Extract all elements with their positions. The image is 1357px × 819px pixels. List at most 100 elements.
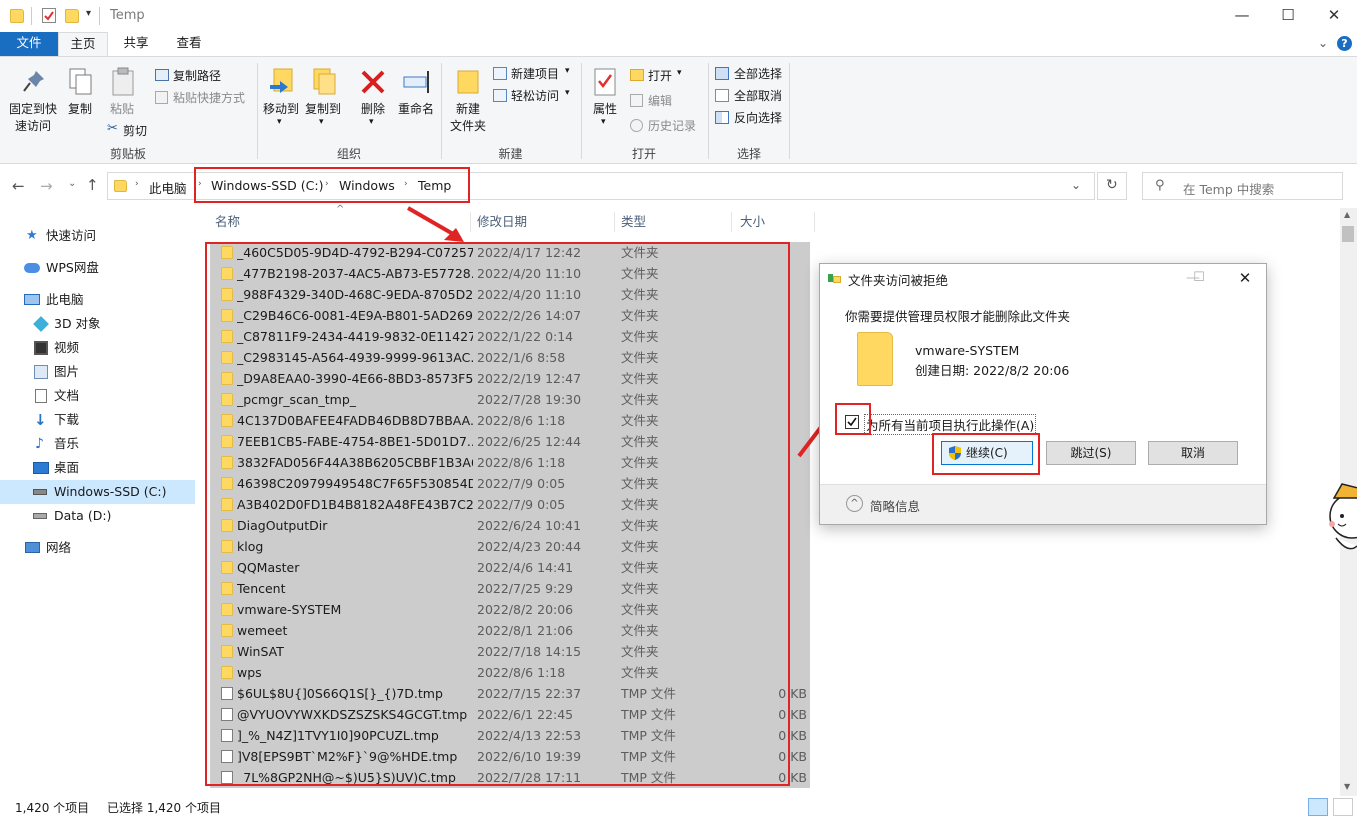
breadcrumb-this-pc[interactable]: 此电脑 [149, 178, 187, 197]
scroll-down-icon[interactable]: ▼ [1344, 782, 1350, 791]
properties-label: 属性 [592, 102, 617, 116]
nav-downloads[interactable]: ↓ 下载 [0, 408, 195, 432]
nav-wps-cloud[interactable]: WPS网盘 [0, 256, 195, 280]
copy-to-label: 复制到 [304, 102, 341, 116]
invert-selection-label: 反向选择 [734, 111, 783, 125]
skip-button[interactable]: 跳过(S) [1046, 441, 1136, 465]
tab-view[interactable]: 查看 [162, 32, 216, 56]
rename-button[interactable]: 重命名 [395, 59, 437, 139]
pin-label: 固定到快 速访问 [8, 102, 57, 133]
history-icon [630, 119, 643, 132]
move-to-button[interactable]: 移动到 ▾ [262, 59, 300, 139]
copy-path-icon [155, 69, 169, 81]
cut-button[interactable]: ✂ 剪切 [107, 121, 167, 139]
nav-desktop[interactable]: 桌面 [0, 456, 195, 480]
forward-arrow-icon[interactable]: → [40, 177, 53, 195]
nav-drive-d[interactable]: Data (D:) [0, 504, 195, 528]
nav-pictures[interactable]: 图片 [0, 360, 195, 384]
large-icons-view-icon[interactable] [1333, 798, 1353, 816]
details-view-icon[interactable] [1308, 798, 1328, 816]
selected-count: 已选择 1,420 个项目 [107, 801, 221, 815]
column-size[interactable]: 大小 [740, 210, 810, 234]
tab-share[interactable]: 共享 [110, 32, 162, 56]
maximize-button[interactable]: ☐ [1265, 0, 1311, 30]
nav-quick-access[interactable]: ★ 快速访问 [0, 224, 195, 248]
nav-network[interactable]: 网络 [0, 536, 195, 560]
edit-button[interactable]: 编辑 [630, 92, 700, 110]
pin-quick-access-button[interactable]: 固定到快 速访问 [4, 59, 62, 139]
cancel-button[interactable]: 取消 [1148, 441, 1238, 465]
apply-to-all-label[interactable]: 为所有当前项目执行此操作(A) [864, 414, 1037, 435]
column-divider[interactable] [814, 212, 815, 232]
status-bar: 1,420 个项目 已选择 1,420 个项目 [0, 796, 1357, 819]
chevron-down-icon[interactable]: ⌄ [1318, 36, 1328, 50]
nav-music[interactable]: ♪ 音乐 [0, 432, 195, 456]
nav-label: 快速访问 [46, 228, 97, 243]
copy-label: 复制 [67, 102, 92, 116]
column-type[interactable]: 类型 [621, 210, 721, 234]
nav-label: 下载 [54, 412, 80, 427]
navigation-pane: ★ 快速访问 WPS网盘 此电脑 3D 对象 视频 图片 文档 ↓ 下载 ♪ 音… [0, 208, 200, 796]
tab-file[interactable]: 文件 [0, 32, 58, 56]
search-box[interactable]: ⚲ 在 Temp 中搜索 [1142, 172, 1343, 200]
divider [99, 7, 100, 25]
nav-3d-objects[interactable]: 3D 对象 [0, 312, 195, 336]
new-folder-quick-icon[interactable] [65, 9, 79, 23]
refresh-button[interactable]: ↻ [1097, 172, 1127, 200]
copy-to-button[interactable]: 复制到 ▾ [303, 59, 343, 139]
sort-up-icon: ^ [336, 204, 345, 215]
chevron-up-icon[interactable]: ^ [846, 495, 863, 512]
chevron-down-icon: ▾ [369, 117, 374, 127]
open-button[interactable]: 打开 ▾ [630, 67, 700, 85]
nav-videos[interactable]: 视频 [0, 336, 195, 360]
dialog-created-date: 创建日期: 2022/8/2 20:06 [915, 363, 1070, 378]
nav-this-pc[interactable]: 此电脑 [0, 288, 195, 312]
move-to-icon [270, 68, 293, 93]
tab-home[interactable]: 主页 [58, 32, 108, 56]
paste-shortcut-label: 粘贴快捷方式 [173, 91, 246, 105]
new-folder-button[interactable]: 新建 文件夹 [446, 59, 490, 139]
fewer-details-toggle[interactable]: 简略信息 [870, 496, 920, 515]
scrollbar-thumb[interactable] [1342, 226, 1354, 242]
cube-icon [33, 316, 49, 332]
select-all-button[interactable]: 全部选择 [715, 65, 795, 83]
download-icon: ↓ [34, 411, 47, 429]
paste-button[interactable]: 粘贴 [104, 59, 140, 117]
history-button[interactable]: 历史记录 [630, 117, 704, 135]
copy-path-button[interactable]: 复制路径 [155, 67, 245, 85]
close-button[interactable]: ✕ [1311, 0, 1357, 30]
help-icon[interactable]: ? [1337, 36, 1352, 51]
network-icon [25, 542, 40, 553]
nav-drive-c[interactable]: Windows-SSD (C:) [0, 480, 195, 504]
dialog-close-button[interactable]: ✕ [1230, 266, 1260, 292]
invert-selection-button[interactable]: 反向选择 [715, 109, 795, 127]
mascot-cat-icon [1329, 483, 1357, 550]
delete-button[interactable]: 删除 ▾ [355, 59, 391, 139]
nav-documents[interactable]: 文档 [0, 384, 195, 408]
group-separator [789, 63, 790, 159]
properties-button[interactable]: 属性 ▾ [586, 59, 624, 139]
properties-quick-icon[interactable] [42, 8, 56, 23]
chevron-down-icon[interactable]: ⌄ [1071, 178, 1081, 192]
minimize-button[interactable]: — [1219, 0, 1265, 30]
column-date[interactable]: 修改日期 [477, 210, 607, 234]
select-all-icon [715, 67, 729, 80]
chevron-down-icon[interactable]: ▾ [86, 8, 91, 19]
chevron-down-icon[interactable]: ⌄ [68, 178, 76, 189]
easy-access-button[interactable]: 轻松访问 ▾ [493, 87, 573, 105]
paste-shortcut-button[interactable]: 粘贴快捷方式 [155, 89, 255, 107]
picture-icon [34, 365, 48, 379]
scroll-up-icon[interactable]: ▲ [1344, 210, 1350, 219]
select-none-button[interactable]: 全部取消 [715, 87, 795, 105]
new-item-button[interactable]: 新建项目 ▾ [493, 65, 573, 83]
dialog-maximize-button[interactable]: ☐ [1184, 266, 1214, 292]
up-arrow-icon[interactable]: ↑ [86, 176, 99, 194]
chevron-right-icon[interactable]: › [135, 179, 139, 189]
column-divider[interactable] [614, 212, 615, 232]
search-input[interactable]: 在 Temp 中搜索 [1183, 179, 1274, 198]
delete-x-icon [361, 70, 385, 94]
back-arrow-icon[interactable]: ← [12, 177, 25, 195]
column-divider[interactable] [731, 212, 732, 232]
nav-label: 此电脑 [46, 292, 84, 307]
copy-button[interactable]: 复制 [62, 59, 98, 139]
